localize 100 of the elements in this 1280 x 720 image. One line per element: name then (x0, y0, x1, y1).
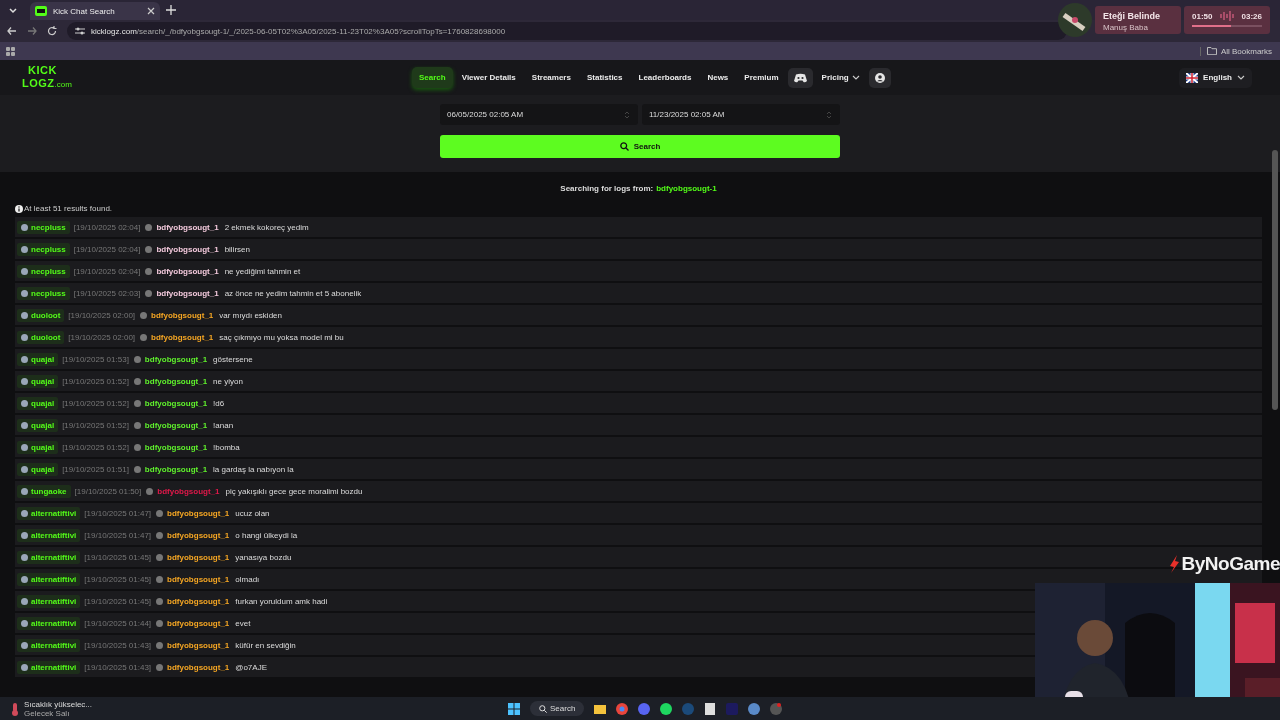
waveform-icon (1219, 11, 1235, 21)
username[interactable]: bdfyobgsougt_1 (144, 376, 208, 386)
channel-tag[interactable]: quajal (17, 440, 59, 454)
search-button[interactable]: Search (440, 135, 840, 158)
nav-link[interactable]: Leaderboards (631, 67, 699, 88)
username[interactable]: bdfyobgsougt_1 (144, 442, 208, 452)
username[interactable]: bdfyobgsougt_1 (144, 354, 208, 364)
taskbar-search[interactable]: Search (530, 701, 585, 716)
channel-tag[interactable]: duoloot (17, 330, 65, 344)
username[interactable]: bdfyobgsougt_1 (151, 310, 214, 320)
nav-link[interactable]: Statistics (579, 67, 630, 88)
channel-tag[interactable]: alternatiftivi (17, 616, 81, 630)
channel-tag[interactable]: alternatiftivi (17, 572, 81, 586)
artist-name: Manuş Baba (1103, 23, 1149, 32)
username[interactable]: bdfyobgsougt_1 (167, 530, 230, 540)
username[interactable]: bdfyobgsougt_1 (156, 266, 219, 276)
back-icon[interactable] (7, 26, 17, 36)
nav-link[interactable]: Streamers (524, 67, 578, 88)
all-bookmarks-button[interactable]: All Bookmarks (1199, 46, 1272, 56)
search-icon (619, 142, 629, 151)
badge-icon (156, 575, 164, 583)
username[interactable]: bdfyobgsougt_1 (167, 618, 230, 628)
nav-link[interactable]: Viewer Details (454, 67, 523, 88)
nav-dropdown[interactable]: Pricing (814, 67, 867, 88)
username[interactable]: bdfyobgsougt_1 (167, 596, 230, 606)
weather-widget[interactable]: Sıcaklık yükselec... Gelecek Salı (0, 699, 210, 718)
elapsed-time: 01:50 (1192, 11, 1213, 21)
username[interactable]: bdfyobgsougt_1 (157, 486, 220, 496)
timestamp: [19/10/2025 01:53] (62, 354, 129, 364)
nav-link[interactable]: News (700, 67, 736, 88)
channel-tag[interactable]: necpluss (17, 242, 70, 256)
spinner-icon (624, 110, 630, 119)
chat-message: o hangi ülkeydi la (235, 530, 298, 540)
username[interactable]: bdfyobgsougt_1 (167, 574, 230, 584)
username[interactable]: bdfyobgsougt_1 (144, 398, 208, 408)
badge-icon (156, 553, 164, 561)
nav-link[interactable]: Premium (737, 67, 786, 88)
timestamp: [19/10/2025 01:43] (84, 640, 152, 650)
channel-icon (21, 641, 28, 649)
badge-icon (133, 355, 141, 363)
date-field[interactable]: 06/05/2025 02:05 AM (440, 104, 638, 125)
channel-icon (21, 311, 28, 319)
channel-tag[interactable]: quajal (17, 418, 59, 432)
forward-icon[interactable] (27, 26, 37, 36)
channel-tag[interactable]: necpluss (17, 264, 70, 278)
channel-icon (21, 531, 28, 539)
username[interactable]: bdfyobgsougt_1 (167, 640, 230, 650)
start-icon[interactable] (508, 702, 520, 715)
channel-tag[interactable]: alternatiftivi (17, 506, 81, 520)
discord-button[interactable] (787, 67, 813, 88)
channel-tag[interactable]: alternatiftivi (17, 528, 81, 542)
date-field[interactable]: 11/23/2025 02:05 AM (642, 104, 840, 125)
app-icon[interactable] (748, 702, 761, 715)
timestamp: [19/10/2025 01:50] (74, 486, 142, 496)
username[interactable]: bdfyobgsougt_1 (144, 464, 208, 474)
new-tab-icon[interactable] (166, 5, 176, 15)
scrollbar-thumb[interactable] (1272, 150, 1278, 410)
channel-tag[interactable]: quajal (17, 374, 59, 388)
timestamp: [19/10/2025 01:45] (84, 552, 152, 562)
badge-icon (140, 333, 148, 341)
channel-tag[interactable]: necpluss (17, 286, 70, 300)
nav-link[interactable]: Search (412, 67, 453, 88)
username[interactable]: bdfyobgsougt_1 (156, 222, 219, 232)
username[interactable]: bdfyobgsougt_1 (167, 662, 230, 672)
username[interactable]: bdfyobgsougt_1 (156, 244, 219, 254)
channel-tag[interactable]: alternatiftivi (17, 660, 81, 674)
badge-icon (145, 245, 153, 253)
channel-tag[interactable]: alternatiftivi (17, 638, 81, 652)
channel-tag[interactable]: quajal (17, 462, 59, 476)
username[interactable]: bdfyobgsougt_1 (167, 552, 230, 562)
timestamp: [19/10/2025 02:04] (73, 266, 141, 276)
song-title: Eteği Belinde (1103, 11, 1161, 21)
username[interactable]: bdfyobgsougt_1 (167, 508, 230, 518)
browser-tab[interactable]: Kick Chat Search (30, 2, 160, 20)
username[interactable]: bdfyobgsougt_1 (156, 288, 219, 298)
username[interactable]: bdfyobgsougt_1 (144, 420, 208, 430)
address-bar[interactable]: kicklogz.com/search/_/bdfyobgsougt-1/_/2025-06-05T02%3A05/2025-11-23T02%3A05?scrollTopTs=1760828698000 (67, 22, 1067, 40)
channel-tag[interactable]: alternatiftivi (17, 594, 81, 608)
reload-icon[interactable] (47, 26, 57, 36)
channel-icon (21, 377, 28, 385)
language-selector[interactable]: English (1179, 67, 1252, 88)
close-icon[interactable] (147, 7, 155, 15)
channel-tag[interactable]: necpluss (17, 220, 70, 234)
channel-tag[interactable]: quajal (17, 352, 59, 366)
channel-tag[interactable]: tungaoke (17, 484, 71, 498)
channel-tag[interactable]: duoloot (17, 308, 65, 322)
badge-icon (145, 289, 153, 297)
channel-icon (21, 443, 28, 451)
channel-tag[interactable]: alternatiftivi (17, 550, 81, 564)
username[interactable]: bdfyobgsougt_1 (151, 332, 214, 342)
chat-message: bilirsen (224, 244, 250, 254)
timestamp: [19/10/2025 01:52] (62, 376, 129, 386)
channel-tag[interactable]: quajal (17, 396, 59, 410)
tab-title: Kick Chat Search (53, 6, 116, 16)
apps-icon[interactable] (6, 46, 15, 56)
timestamp: [19/10/2025 02:00] (68, 310, 136, 320)
folder-icon[interactable] (594, 702, 607, 715)
badge-icon (133, 421, 141, 429)
app-icon[interactable] (770, 702, 783, 715)
account-button[interactable] (868, 67, 891, 88)
